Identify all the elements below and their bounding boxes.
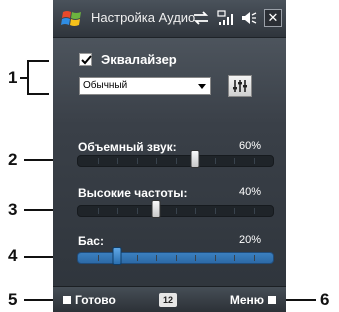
callout-1: 1 [8,68,18,87]
callout-1-line-stub [20,77,28,79]
close-button[interactable]: ✕ [264,9,282,27]
slider-tick [214,208,216,214]
done-softkey[interactable]: Готово [75,293,116,307]
volume-icon[interactable] [240,9,258,27]
slider-tick [253,208,255,214]
slider-tick [117,208,118,214]
slider-tick [136,255,138,261]
checkmark-icon [81,55,92,65]
surround-value: 60% [238,140,261,152]
window-title: Настройка Аудио [91,10,196,25]
slider-tick [136,158,138,164]
slider-tick [234,255,235,261]
surround-slider-thumb[interactable] [190,150,200,168]
treble-value: 40% [238,186,261,198]
input-panel-icon[interactable]: 12 [159,293,177,307]
slider-tick [156,158,157,164]
left-softkey-marker [63,296,71,304]
right-softkey-marker [268,296,276,304]
slider-tick [117,158,118,164]
menu-softkey[interactable]: Меню [230,293,264,307]
slider-tick [195,255,196,261]
slider-tick [156,255,157,261]
slider-tick [214,255,216,261]
callout-2: 2 [8,150,18,169]
equalizer-preset-value: Обычный [83,80,128,91]
surround-label: Объемный звук: [78,140,177,154]
slider-tick [175,158,177,164]
bass-label: Бас: [78,234,104,248]
equalizer-settings-button[interactable] [228,75,252,97]
slider-tick [253,255,255,261]
signal-icon[interactable] [216,9,234,27]
chevron-down-icon [198,84,206,89]
treble-slider[interactable] [77,200,274,218]
equalizer-preset-select[interactable]: Обычный [79,77,211,95]
slider-tick [234,208,235,214]
audio-settings-screen: Настройка Аудио ✕ Эквалайзер Обычный Объ… [53,0,286,312]
callout-1-line-top [27,60,49,62]
slider-tick [175,255,177,261]
status-icons: ✕ [192,9,282,27]
slider-tick [97,255,99,261]
callout-5: 5 [8,290,18,309]
slider-tick [195,208,196,214]
callout-4: 4 [8,246,18,265]
callout-6: 6 [320,290,330,309]
equalizer-label[interactable]: Эквалайзер [101,52,177,67]
callout-3: 3 [8,200,18,219]
slider-tick [214,158,216,164]
bass-slider-thumb[interactable] [112,247,122,265]
title-bar: Настройка Аудио ✕ [53,0,286,38]
slider-tick [97,158,99,164]
soft-key-bar: Готово 12 Меню [53,286,286,312]
windows-logo-icon[interactable] [61,9,83,29]
callout-1-line-bottom [27,93,49,95]
treble-label: Высокие частоты: [78,186,188,200]
slider-tick [97,208,99,214]
bass-value: 20% [238,234,261,246]
slider-tick [234,158,235,164]
bass-slider[interactable] [77,247,274,265]
connectivity-icon[interactable] [192,9,210,27]
slider-tick [136,208,138,214]
equalizer-checkbox[interactable] [79,53,92,66]
slider-tick [175,208,177,214]
slider-tick [253,158,255,164]
treble-slider-thumb[interactable] [151,200,161,218]
surround-slider[interactable] [77,150,274,168]
sliders-icon [233,80,247,92]
